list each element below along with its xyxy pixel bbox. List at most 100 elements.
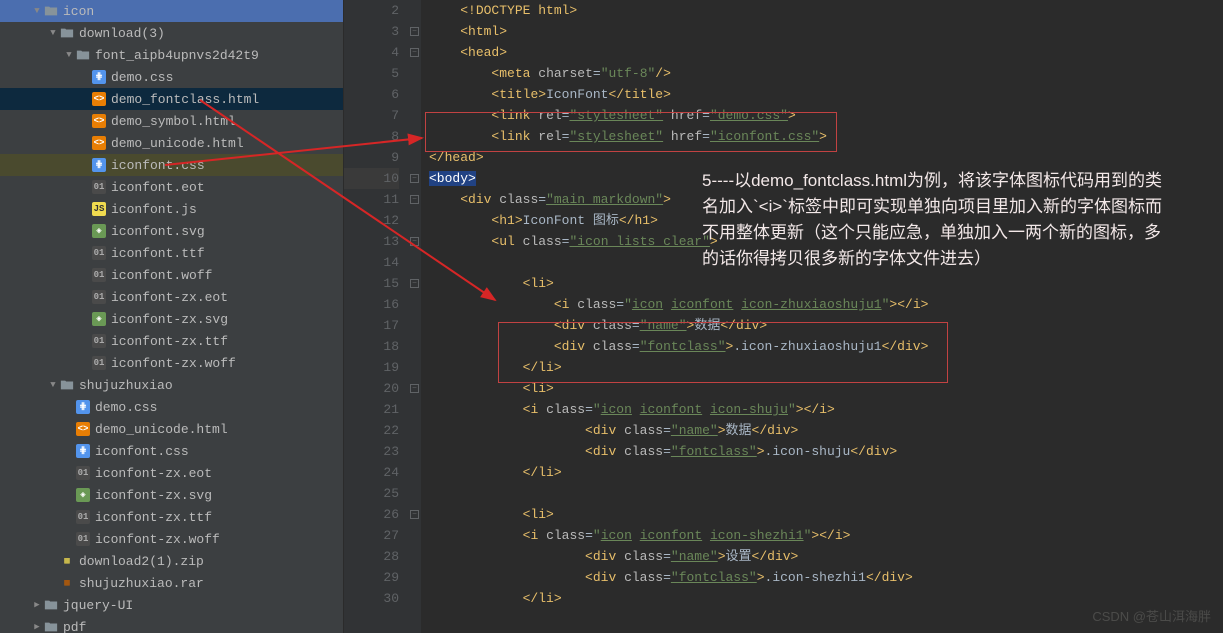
tree-file[interactable]: 01iconfont-zx.woff: [0, 528, 343, 550]
fold-marker[interactable]: −: [409, 504, 421, 525]
fold-marker[interactable]: −: [409, 189, 421, 210]
tree-item-label: iconfont.css: [95, 444, 189, 459]
code-line[interactable]: [429, 483, 1223, 504]
fold-marker[interactable]: [409, 567, 421, 588]
code-line[interactable]: </li>: [429, 462, 1223, 483]
file-tree[interactable]: ▼icon▼download(3)▼font_aipb4upnvs2d42t9⋕…: [0, 0, 344, 633]
code-line[interactable]: <div class="main markdown">: [429, 189, 1223, 210]
line-number: 19: [344, 357, 399, 378]
tree-item-label: shujuzhuxiao: [79, 378, 173, 393]
fold-marker[interactable]: −: [409, 273, 421, 294]
line-number: 29: [344, 567, 399, 588]
tree-file[interactable]: 01iconfont-zx.ttf: [0, 506, 343, 528]
fold-marker[interactable]: [409, 462, 421, 483]
tree-file[interactable]: ◈iconfont-zx.svg: [0, 308, 343, 330]
code-line[interactable]: <body>: [429, 168, 1223, 189]
fold-marker[interactable]: [409, 315, 421, 336]
file-icon: 01: [92, 356, 106, 370]
code-line[interactable]: <i class="icon iconfont icon-zhuxiaoshuj…: [429, 294, 1223, 315]
chevron-icon: ▼: [48, 28, 58, 38]
fold-marker[interactable]: [409, 126, 421, 147]
code-line[interactable]: <title>IconFont</title>: [429, 84, 1223, 105]
code-line[interactable]: <link rel="stylesheet" href="demo.css">: [429, 105, 1223, 126]
code-line[interactable]: <link rel="stylesheet" href="iconfont.cs…: [429, 126, 1223, 147]
fold-marker[interactable]: [409, 210, 421, 231]
line-number: 3: [344, 21, 399, 42]
tree-file[interactable]: 01iconfont.eot: [0, 176, 343, 198]
fold-marker[interactable]: [409, 147, 421, 168]
tree-file[interactable]: JSiconfont.js: [0, 198, 343, 220]
fold-marker[interactable]: [409, 0, 421, 21]
code-line[interactable]: <meta charset="utf-8"/>: [429, 63, 1223, 84]
code-line[interactable]: </li>: [429, 357, 1223, 378]
code-line[interactable]: <div class="fontclass">.icon-zhuxiaoshuj…: [429, 336, 1223, 357]
fold-marker[interactable]: [409, 546, 421, 567]
fold-marker[interactable]: [409, 420, 421, 441]
code-line[interactable]: <div class="name">设置</div>: [429, 546, 1223, 567]
fold-marker[interactable]: [409, 441, 421, 462]
tree-folder[interactable]: ▶pdf: [0, 616, 343, 633]
code-line[interactable]: <li>: [429, 378, 1223, 399]
tree-file[interactable]: ▦download2(1).zip: [0, 550, 343, 572]
fold-marker[interactable]: [409, 84, 421, 105]
tree-file[interactable]: ⋕iconfont.css: [0, 154, 343, 176]
tree-file[interactable]: <>demo_unicode.html: [0, 132, 343, 154]
fold-marker[interactable]: [409, 252, 421, 273]
tree-file[interactable]: 01iconfont-zx.eot: [0, 286, 343, 308]
code-line[interactable]: <div class="fontclass">.icon-shuju</div>: [429, 441, 1223, 462]
tree-file[interactable]: ▦shujuzhuxiao.rar: [0, 572, 343, 594]
tree-file[interactable]: 01iconfont-zx.ttf: [0, 330, 343, 352]
tree-file[interactable]: 01iconfont.ttf: [0, 242, 343, 264]
code-area[interactable]: <!DOCTYPE html> <html> <head> <meta char…: [421, 0, 1223, 633]
tree-file[interactable]: <>demo_unicode.html: [0, 418, 343, 440]
code-line[interactable]: <div class="name">数据</div>: [429, 315, 1223, 336]
tree-file[interactable]: ◈iconfont-zx.svg: [0, 484, 343, 506]
tree-folder[interactable]: ▼shujuzhuxiao: [0, 374, 343, 396]
line-number: 23: [344, 441, 399, 462]
code-line[interactable]: <div class="name">数据</div>: [429, 420, 1223, 441]
fold-marker[interactable]: [409, 525, 421, 546]
fold-marker[interactable]: −: [409, 168, 421, 189]
tree-folder[interactable]: ▼download(3): [0, 22, 343, 44]
fold-marker[interactable]: [409, 483, 421, 504]
fold-marker[interactable]: [409, 588, 421, 609]
file-icon: 01: [92, 334, 106, 348]
tree-file[interactable]: ⋕iconfont.css: [0, 440, 343, 462]
tree-file[interactable]: 01iconfont-zx.woff: [0, 352, 343, 374]
fold-marker[interactable]: −: [409, 42, 421, 63]
code-line[interactable]: <div class="fontclass">.icon-shezhi1</di…: [429, 567, 1223, 588]
tree-file[interactable]: 01iconfont.woff: [0, 264, 343, 286]
tree-file[interactable]: ⋕demo.css: [0, 66, 343, 88]
fold-marker[interactable]: [409, 294, 421, 315]
fold-marker[interactable]: [409, 63, 421, 84]
line-number: 13: [344, 231, 399, 252]
code-line[interactable]: <i class="icon iconfont icon-shezhi1"></…: [429, 525, 1223, 546]
fold-marker[interactable]: −: [409, 378, 421, 399]
tree-folder[interactable]: ▼font_aipb4upnvs2d42t9: [0, 44, 343, 66]
fold-marker[interactable]: [409, 357, 421, 378]
tree-file[interactable]: 01iconfont-zx.eot: [0, 462, 343, 484]
fold-marker[interactable]: [409, 399, 421, 420]
fold-marker[interactable]: −: [409, 21, 421, 42]
tree-folder[interactable]: ▶jquery-UI: [0, 594, 343, 616]
code-line[interactable]: [429, 252, 1223, 273]
fold-marker[interactable]: −: [409, 231, 421, 252]
code-line[interactable]: <!DOCTYPE html>: [429, 0, 1223, 21]
code-line[interactable]: </head>: [429, 147, 1223, 168]
tree-file[interactable]: <>demo_symbol.html: [0, 110, 343, 132]
code-line[interactable]: <ul class="icon_lists clear">: [429, 231, 1223, 252]
fold-marker[interactable]: [409, 336, 421, 357]
code-line[interactable]: <h1>IconFont 图标</h1>: [429, 210, 1223, 231]
code-editor[interactable]: 2345678910111213141516171819202122232425…: [344, 0, 1223, 633]
fold-marker[interactable]: [409, 105, 421, 126]
tree-file[interactable]: ⋕demo.css: [0, 396, 343, 418]
code-line[interactable]: <html>: [429, 21, 1223, 42]
code-line[interactable]: <head>: [429, 42, 1223, 63]
tree-file[interactable]: ◈iconfont.svg: [0, 220, 343, 242]
code-line[interactable]: <i class="icon iconfont icon-shuju"></i>: [429, 399, 1223, 420]
code-line[interactable]: <li>: [429, 273, 1223, 294]
tree-file[interactable]: <>demo_fontclass.html: [0, 88, 343, 110]
code-line[interactable]: <li>: [429, 504, 1223, 525]
line-number: 22: [344, 420, 399, 441]
tree-folder[interactable]: ▼icon: [0, 0, 343, 22]
